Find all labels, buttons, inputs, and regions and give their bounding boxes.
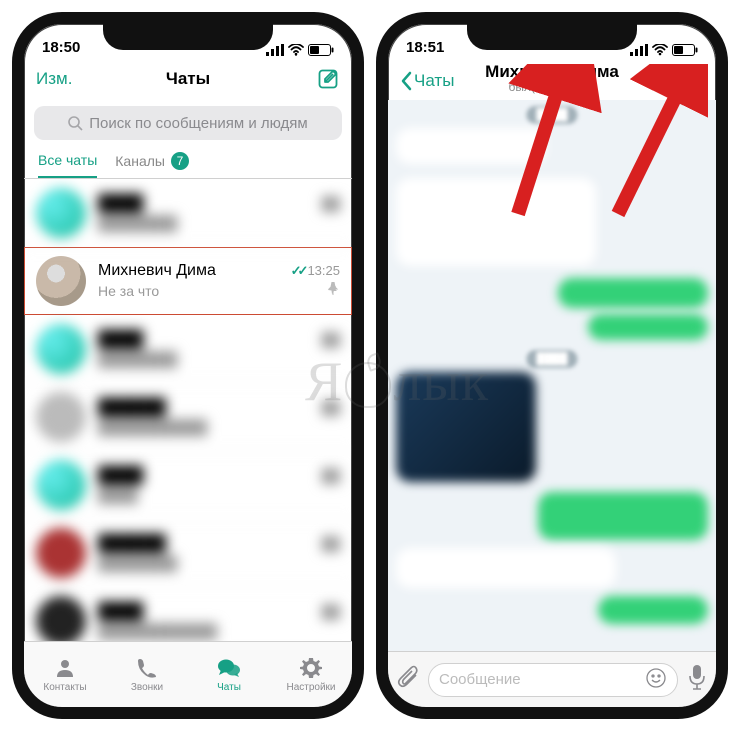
pin-icon (326, 282, 340, 299)
status-indicators (630, 44, 698, 56)
read-checks-icon: ✓✓ (291, 263, 305, 278)
chat-row-highlighted[interactable]: Михневич Дима ✓✓13:25 Не за что (24, 247, 352, 315)
nav-header: Чаты Михневич Дима был(а) недавно (388, 58, 716, 104)
search-container: Поиск по сообщениям и людям (24, 100, 352, 146)
avatar (36, 256, 86, 306)
sticker-button[interactable] (645, 667, 667, 693)
sticker-icon (645, 667, 667, 689)
compose-button[interactable] (316, 67, 340, 91)
chats-icon (216, 656, 242, 680)
settings-icon (298, 656, 324, 680)
unread-badge: 7 (171, 152, 189, 170)
cellular-icon (266, 44, 284, 56)
cellular-icon (630, 44, 648, 56)
date-stamp: ████ (526, 106, 577, 124)
tab-chats[interactable]: Чаты (188, 642, 270, 707)
filter-channels[interactable]: Каналы 7 (115, 152, 189, 178)
chat-row[interactable]: ██████████████ (24, 179, 352, 247)
chat-row[interactable]: ██████████████ (24, 315, 352, 383)
voice-message-button[interactable] (686, 664, 708, 695)
phone-chat-thread: 18:51 Чаты Михневич Дима был(а) недавно … (376, 12, 728, 719)
tab-calls[interactable]: Звонки (106, 642, 188, 707)
avatar (36, 596, 86, 646)
avatar (36, 188, 86, 238)
wifi-icon (288, 44, 304, 56)
avatar (670, 64, 704, 98)
tab-label: Контакты (43, 682, 86, 693)
chat-row[interactable]: ████████████████ (24, 519, 352, 587)
status-indicators (266, 44, 334, 56)
bottom-tab-bar: Контакты Звонки Чаты Настройки (24, 641, 352, 707)
phone-chat-list: 18:50 Изм. Чаты Поиск по сообщениям и лю… (12, 12, 364, 719)
battery-icon (672, 44, 698, 56)
avatar (36, 528, 86, 578)
filter-tabs: Все чаты Каналы 7 (24, 146, 352, 179)
chat-time: ✓✓13:25 (291, 263, 340, 279)
avatar (36, 460, 86, 510)
message-thread[interactable]: ████ ████ (388, 100, 716, 651)
filter-label: Все чаты (38, 152, 97, 168)
tab-settings[interactable]: Настройки (270, 642, 352, 707)
message-placeholder: Сообщение (439, 671, 521, 688)
search-icon (68, 116, 83, 131)
device-notch (467, 22, 637, 50)
tab-label: Чаты (217, 682, 241, 693)
contacts-icon (52, 656, 78, 680)
battery-icon (308, 44, 334, 56)
page-title: Чаты (24, 69, 352, 89)
edit-button[interactable]: Изм. (36, 69, 72, 89)
chat-list[interactable]: ██████████████ Михневич Дима ✓✓13:25 Не … (24, 179, 352, 707)
filter-all-chats[interactable]: Все чаты (38, 152, 97, 178)
attach-button[interactable] (396, 665, 420, 694)
tab-label: Настройки (286, 682, 335, 693)
compose-icon (316, 67, 340, 91)
filter-label: Каналы (115, 153, 165, 169)
search-input[interactable]: Поиск по сообщениям и людям (34, 106, 342, 140)
back-label: Чаты (414, 71, 454, 91)
back-button[interactable]: Чаты (400, 71, 454, 91)
chat-row[interactable]: ██████████ (24, 451, 352, 519)
contact-avatar-button[interactable] (670, 64, 704, 98)
chat-name: Михневич Дима (98, 262, 216, 280)
chevron-left-icon (400, 71, 412, 91)
avatar (36, 324, 86, 374)
chat-row[interactable]: ███████████████████ (24, 383, 352, 451)
wifi-icon (652, 44, 668, 56)
message-input[interactable]: Сообщение (428, 663, 678, 697)
status-time: 18:50 (42, 39, 80, 56)
tab-label: Звонки (131, 682, 163, 693)
date-stamp: ████ (526, 350, 577, 368)
avatar (36, 392, 86, 442)
message-composer: Сообщение (388, 651, 716, 707)
search-placeholder: Поиск по сообщениям и людям (89, 115, 308, 132)
microphone-icon (686, 664, 708, 690)
tab-contacts[interactable]: Контакты (24, 642, 106, 707)
status-time: 18:51 (406, 39, 444, 56)
chat-preview: Не за что (98, 283, 159, 299)
calls-icon (134, 656, 160, 680)
nav-header: Изм. Чаты (24, 58, 352, 100)
paperclip-icon (396, 665, 420, 689)
device-notch (103, 22, 273, 50)
